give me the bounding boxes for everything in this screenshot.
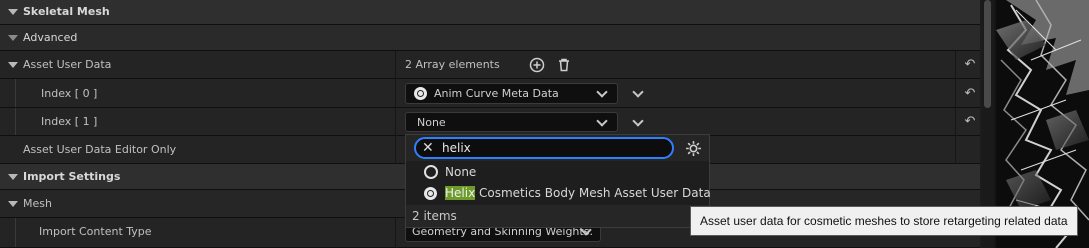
settings-gear-icon[interactable] (685, 140, 702, 157)
search-bar: ✕ helix (406, 135, 709, 161)
expand-arrow-icon[interactable] (8, 174, 18, 180)
expand-arrow-icon[interactable] (8, 201, 18, 207)
expand-arrow-icon[interactable] (8, 62, 18, 68)
search-input[interactable]: ✕ helix (414, 137, 674, 159)
section-title: Advanced (23, 31, 78, 44)
scrollbar-thumb[interactable] (984, 0, 991, 108)
section-title: Import Settings (23, 170, 121, 183)
expand-arrow-icon[interactable] (8, 9, 18, 15)
reset-to-default-icon[interactable]: ↶ (963, 58, 977, 72)
property-row-index-0: Index [ 0 ] Anim Curve Meta Data ↶ (0, 79, 980, 108)
section-title: Skeletal Mesh (23, 5, 110, 18)
array-count: 2 Array elements (405, 58, 500, 71)
item-count-label: 2 items (412, 209, 457, 223)
expand-arrow-icon[interactable] (8, 35, 18, 41)
option-label: Cosmetics Body Mesh Asset User Data (475, 186, 711, 200)
unreal-class-icon (414, 87, 427, 100)
section-advanced[interactable]: Advanced (0, 25, 980, 51)
tooltip: Asset user data for cosmetic meshes to s… (690, 206, 1078, 236)
clear-search-icon[interactable]: ✕ (422, 140, 434, 156)
property-label: Index [ 1 ] (41, 115, 98, 128)
property-row-index-1: Index [ 1 ] None ↶ (0, 108, 980, 136)
search-text: helix (442, 141, 471, 155)
circle-outline-icon (424, 165, 438, 179)
property-label: Asset User Data (23, 58, 112, 71)
combo-value: Anim Curve Meta Data (434, 87, 559, 100)
combo-value: None (417, 116, 446, 129)
chevron-down-icon[interactable] (632, 115, 644, 127)
reset-to-default-icon[interactable]: ↶ (963, 115, 977, 129)
class-picker-dropdown: ✕ helix None Helix Cosmetics Body Mesh A… (405, 134, 711, 228)
class-picker-index-0[interactable]: Anim Curve Meta Data (405, 83, 618, 104)
add-element-icon[interactable] (529, 57, 545, 73)
chevron-down-icon[interactable] (632, 86, 644, 98)
class-picker-index-1[interactable]: None (405, 112, 618, 132)
chevron-down-icon (596, 86, 608, 98)
trash-icon[interactable] (556, 57, 572, 73)
property-label: Import Content Type (39, 225, 152, 238)
item-count: 2 items (406, 205, 709, 227)
property-row-asset-user-data: Asset User Data 2 Array elements ↶ (0, 51, 980, 79)
unreal-class-icon (424, 187, 437, 200)
section-title: Mesh (23, 197, 52, 210)
search-match-highlight: Helix (445, 186, 476, 200)
dropdown-option-helix[interactable]: Helix Cosmetics Body Mesh Asset User Dat… (406, 183, 711, 204)
tooltip-text: Asset user data for cosmetic meshes to s… (700, 214, 1068, 228)
dropdown-option-none[interactable]: None (406, 162, 709, 183)
property-label: Asset User Data Editor Only (23, 143, 177, 156)
property-label: Index [ 0 ] (41, 87, 98, 100)
section-skeletal-mesh[interactable]: Skeletal Mesh (0, 0, 980, 25)
option-label: None (445, 165, 477, 179)
reset-to-default-icon[interactable]: ↶ (963, 87, 977, 101)
chevron-down-icon (596, 115, 608, 127)
